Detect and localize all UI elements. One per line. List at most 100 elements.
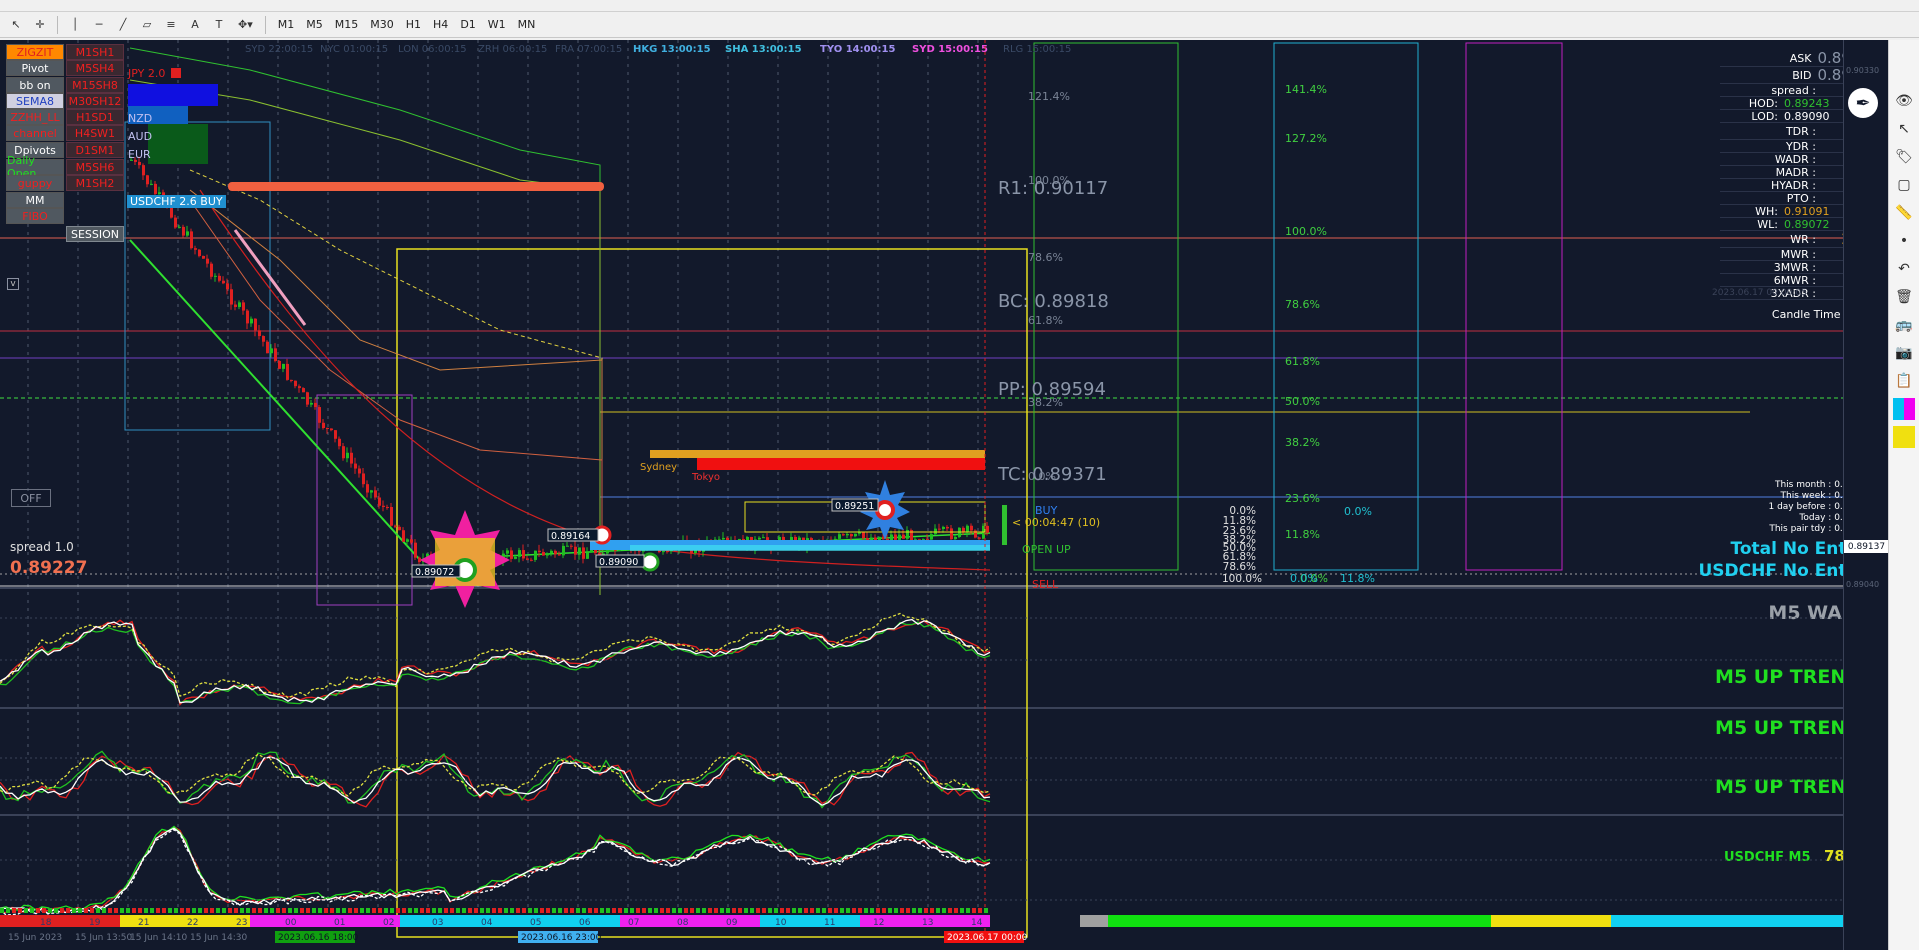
trend-tick: [252, 908, 256, 913]
candle-body: [158, 192, 161, 194]
hour-tick: 08: [677, 918, 689, 928]
bottom-bar-cyan: [1611, 915, 1861, 927]
osc1-white: [0, 618, 991, 704]
horizontal-line-icon[interactable]: ─: [89, 15, 109, 35]
bus-icon[interactable]: 🚌: [1893, 314, 1915, 336]
timeframe-w1[interactable]: W1: [483, 15, 511, 35]
chart-canvas[interactable]: Sydney Tokyo 0.89164 0.89090 0.89072 0.8…: [0, 40, 1888, 950]
candle-body: [186, 231, 189, 236]
timeframe-h4[interactable]: H4: [428, 15, 453, 35]
tag-icon[interactable]: 🏷: [1893, 146, 1915, 168]
hour-tick: 21: [138, 918, 149, 928]
candle-body: [366, 484, 369, 493]
trend-tick: [882, 908, 886, 913]
trend-tick: [894, 908, 898, 913]
channel-icon[interactable]: ▱: [137, 15, 157, 35]
trend-tick: [444, 908, 448, 913]
text-icon[interactable]: A: [185, 15, 205, 35]
undo-icon[interactable]: ↶: [1893, 258, 1915, 280]
trendline-icon[interactable]: ╱: [113, 15, 133, 35]
timeframe-toggle-h1sd1[interactable]: H1SD1: [66, 109, 124, 125]
trend-tick: [54, 908, 58, 913]
candle-body: [326, 427, 329, 429]
timeframe-toggle-m15sh8[interactable]: M15SH8: [66, 77, 124, 93]
trend-tick: [600, 908, 604, 913]
candle-body: [386, 506, 389, 508]
indicator-toggle-fibo[interactable]: FIBO: [6, 208, 64, 224]
trend-tick: [348, 908, 352, 913]
price-tag-2-text: 0.89090: [599, 557, 638, 568]
order-timer: < 00:04:47 (10): [1012, 516, 1100, 529]
hour-tick: 04: [481, 918, 493, 928]
candle-body: [226, 283, 229, 290]
label-icon[interactable]: T: [209, 15, 229, 35]
fibo-icon[interactable]: ≡: [161, 15, 181, 35]
cursor-icon[interactable]: ↖: [6, 15, 26, 35]
indicator-toggle-guppy[interactable]: guppy: [6, 175, 64, 191]
trend-tick: [876, 908, 880, 913]
vertical-line-icon[interactable]: │: [65, 15, 85, 35]
color-yellow-icon[interactable]: [1893, 426, 1915, 448]
indicator-toggle-zzhh-ll[interactable]: ZZHH_LL: [6, 109, 64, 125]
indicator-toggle-daily-open[interactable]: Daily Open: [6, 154, 64, 180]
ruler-icon[interactable]: 📏: [1893, 202, 1915, 224]
trash-icon[interactable]: 🗑: [1893, 286, 1915, 308]
indicator-toggle-mm[interactable]: MM: [6, 192, 64, 208]
camera-icon[interactable]: 📷: [1893, 342, 1915, 364]
trend-tick: [654, 908, 658, 913]
bottom-bar-green: [1108, 915, 1491, 927]
timeframe-toggle-m30sh12[interactable]: M30SH12: [66, 93, 124, 109]
timeframe-m1[interactable]: M1: [273, 15, 300, 35]
timeframe-h1[interactable]: H1: [401, 15, 426, 35]
rectangle-icon[interactable]: ▢: [1893, 174, 1915, 196]
indicator-toggle-pivot[interactable]: Pivot: [6, 60, 64, 76]
off-button[interactable]: OFF: [11, 489, 51, 507]
trend-tick: [582, 908, 586, 913]
trend-tick: [552, 908, 556, 913]
timeframe-toggle-m5sh6[interactable]: M5SH6: [66, 159, 124, 175]
candle-body: [906, 530, 909, 539]
candle-body: [222, 280, 225, 284]
trend-tick: [390, 908, 394, 913]
crosshair-icon[interactable]: ✛: [30, 15, 50, 35]
indicator-toggle-channel[interactable]: channel: [6, 125, 64, 141]
timeframe-toggle-h4sw1[interactable]: H4SW1: [66, 125, 124, 141]
fib-extra-b: 0.0%: [1290, 572, 1318, 585]
candle-body: [578, 547, 581, 555]
timeframe-toggle-m5sh4[interactable]: M5SH4: [66, 60, 124, 76]
candle-body: [298, 386, 301, 389]
clipboard-icon[interactable]: 📋: [1893, 370, 1915, 392]
timeframe-toggle-d1sm1[interactable]: D1SM1: [66, 142, 124, 158]
color-palette-icon[interactable]: [1893, 398, 1915, 420]
indicator-toggle-zigzit[interactable]: ZIGZIT: [6, 44, 64, 60]
chart-area[interactable]: Sydney Tokyo 0.89164 0.89090 0.89072 0.8…: [0, 40, 1888, 950]
trend-tick: [936, 908, 940, 913]
stat-label-madr: MADR :: [1775, 165, 1816, 179]
eye-icon[interactable]: 👁: [1893, 90, 1915, 112]
candle-body: [382, 505, 385, 507]
timeframe-toggle-session[interactable]: SESSION: [66, 226, 124, 242]
yellow-range-box: [396, 248, 1028, 938]
timeframe-toggle-m1sh2[interactable]: M1SH2: [66, 175, 124, 191]
collapse-icon[interactable]: v: [7, 278, 19, 290]
candle-body: [258, 330, 261, 337]
timeframe-mn[interactable]: MN: [513, 15, 541, 35]
shapes-icon[interactable]: ✥▾: [233, 15, 258, 35]
pointer-icon[interactable]: ↖: [1893, 118, 1915, 140]
pen-icon[interactable]: ✒: [1848, 88, 1878, 118]
candle-body: [838, 534, 841, 539]
session-zrh-faded: ZRH 06:00:15: [478, 44, 547, 55]
candle-body: [242, 302, 245, 311]
price-scale[interactable]: 0.90330 0.89137 0.89040: [1843, 40, 1888, 950]
indicator-toggle-bb-on[interactable]: bb on: [6, 77, 64, 93]
timeframe-d1[interactable]: D1: [455, 15, 480, 35]
trend-tick: [78, 908, 82, 913]
timeframe-m5[interactable]: M5: [301, 15, 328, 35]
timeframe-m15[interactable]: M15: [330, 15, 364, 35]
timeframe-toggle-m1sh1[interactable]: M1SH1: [66, 44, 124, 60]
dot-icon[interactable]: •: [1893, 230, 1915, 252]
indicator-toggle-sema8[interactable]: SEMA8: [6, 93, 64, 109]
trend-tick: [492, 908, 496, 913]
currency-jpy: JPY 2.0: [128, 66, 228, 80]
timeframe-m30[interactable]: M30: [365, 15, 399, 35]
